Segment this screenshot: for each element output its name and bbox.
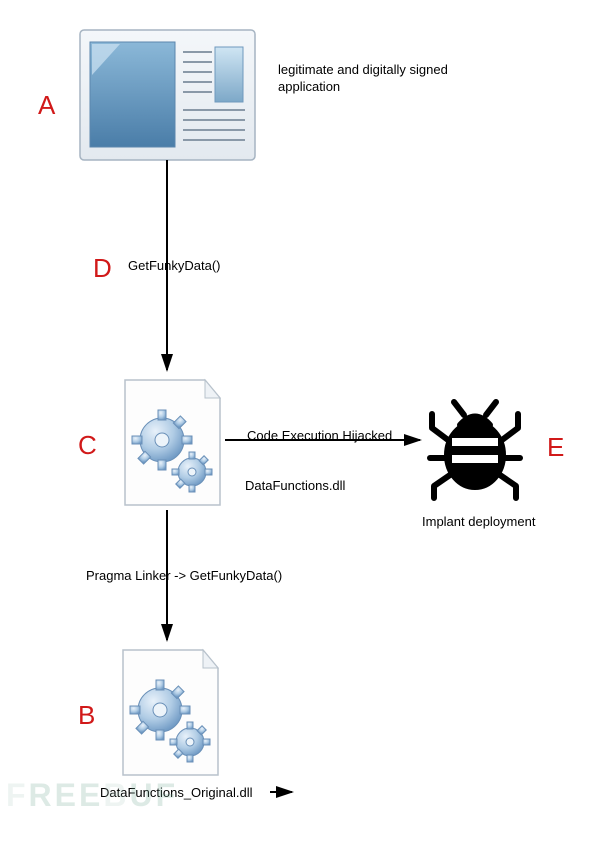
label-B: B xyxy=(78,700,95,731)
app-desc: legitimate and digitally signed applicat… xyxy=(278,62,448,96)
label-A: A xyxy=(38,90,55,121)
dll-b-icon xyxy=(123,650,218,775)
dll-c-icon xyxy=(125,380,220,505)
label-C: C xyxy=(78,430,97,461)
hijack-text: Code Execution Hijacked xyxy=(247,428,392,445)
bug-icon xyxy=(430,402,520,498)
watermark: FFREEBUFREEBUF xyxy=(6,777,178,814)
d-call-text: GetFunkyData() xyxy=(128,258,220,275)
app-window-icon xyxy=(80,30,255,160)
label-E: E xyxy=(547,432,564,463)
label-D: D xyxy=(93,253,112,284)
pragma-text: Pragma Linker -> GetFunkyData() xyxy=(86,568,282,585)
c-dll-text: DataFunctions.dll xyxy=(245,478,345,495)
implant-text: Implant deployment xyxy=(422,514,535,531)
